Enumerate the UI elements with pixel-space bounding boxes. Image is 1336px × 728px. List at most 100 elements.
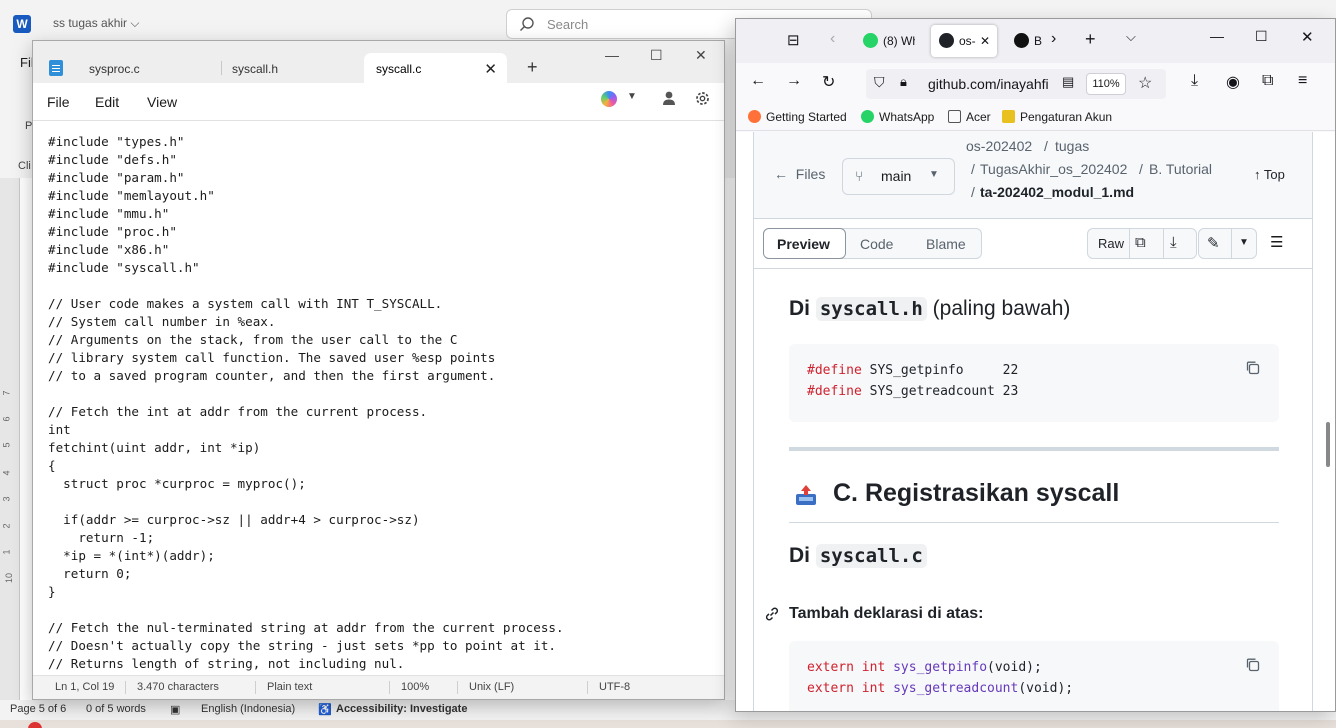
copilot-icon[interactable] (601, 91, 617, 107)
menu-view[interactable]: View (147, 94, 177, 110)
bookmark-whatsapp[interactable]: WhatsApp (861, 110, 934, 124)
tab-whatsapp[interactable]: (8) Wh (855, 25, 917, 57)
breadcrumb-repo[interactable]: os-202402 (966, 138, 1032, 154)
notepad-tab-bar: sysproc.c syscall.h syscall.c ✕ + — ☐ ✕ (33, 41, 724, 83)
heading-di-syscall-c: Di syscall.c (789, 544, 927, 568)
back-icon[interactable]: ← (750, 72, 766, 90)
menu-file[interactable]: File (47, 94, 70, 110)
chevron-down-icon[interactable]: ▼ (627, 91, 637, 102)
account-icon[interactable] (662, 91, 676, 106)
close-tab-icon[interactable]: ✕ (484, 60, 497, 78)
status-divider (389, 681, 390, 694)
reader-view-icon[interactable]: ▤ (1062, 74, 1074, 90)
tab-preview[interactable]: Preview (777, 236, 830, 252)
breadcrumb-folder-tutorial[interactable]: B. Tutorial (1149, 161, 1212, 177)
branch-selector[interactable]: ⑂ main ▼ (842, 158, 955, 195)
maximize-icon[interactable]: ☐ (1255, 28, 1268, 45)
ruler-mark: 10 (4, 572, 15, 584)
tab-syscall-c[interactable]: syscall.c ✕ (364, 53, 507, 83)
word-clipboard-fragment: Cli (18, 160, 31, 172)
tab-overview-icon[interactable]: ⊟ (787, 31, 800, 49)
files-toggle-button[interactable]: ← Files (774, 166, 825, 182)
tab-code[interactable]: Code (860, 236, 893, 252)
tab-github[interactable]: os- ✕ (931, 25, 997, 57)
url-bar[interactable]: ⛉ 🔒︎ github.com/inayahfi ▤ 110% ☆ (866, 69, 1166, 99)
menu-icon[interactable]: ≡ (1298, 72, 1307, 90)
tab-syscall-h[interactable]: syscall.h (220, 53, 363, 83)
status-divider (125, 681, 126, 694)
word-word-count[interactable]: 0 of 5 words (86, 703, 146, 715)
reload-icon[interactable]: ↻ (822, 72, 835, 92)
bookmark-acer[interactable]: Acer (948, 110, 991, 124)
forward-icon[interactable]: → (786, 72, 802, 90)
new-tab-button[interactable]: + (527, 57, 538, 78)
downloads-icon[interactable]: ⤓ (1191, 72, 1198, 90)
code-block-defines[interactable]: #define SYS_getpinfo 22 #define SYS_getr… (789, 344, 1279, 422)
tab-label: sysproc.c (89, 62, 140, 76)
download-icon[interactable]: ⤓ (1170, 234, 1177, 251)
heading-tambah-deklarasi: Tambah deklarasi di atas: (789, 605, 984, 622)
whatsapp-icon (863, 33, 878, 48)
new-tab-icon[interactable]: + (1085, 29, 1096, 50)
back-to-top-button[interactable]: ↑ Top (1254, 167, 1285, 182)
scroll-tabs-left-icon[interactable]: ‹ (830, 30, 835, 48)
tab-sysproc[interactable]: sysproc.c (77, 53, 220, 83)
close-tab-icon[interactable]: ✕ (980, 34, 990, 48)
scrollbar-thumb[interactable] (1326, 422, 1330, 467)
word-page-count[interactable]: Page 5 of 6 (10, 703, 66, 715)
raw-button[interactable]: Raw (1098, 236, 1124, 251)
arrow-up-icon: ↑ (1254, 167, 1261, 182)
button-divider (1163, 229, 1164, 258)
url-text[interactable]: github.com/inayahfi (928, 76, 1066, 92)
tab-other[interactable]: B (1008, 25, 1048, 57)
github-page: ← Files ⑂ main ▼ os-202402 / tugas / Tug… (736, 132, 1335, 711)
text-editor[interactable]: #include "types.h" #include "defs.h" #in… (33, 122, 724, 675)
scroll-tabs-right-icon[interactable]: › (1051, 30, 1056, 48)
minimize-icon[interactable]: — (605, 47, 619, 63)
breadcrumb-separator: / (1139, 161, 1143, 177)
account-icon[interactable]: ◉ (1226, 72, 1240, 92)
edit-button-group: ✎ ▼ (1198, 228, 1257, 259)
breadcrumb-folder-tugas[interactable]: tugas (1055, 138, 1089, 154)
copy-icon[interactable] (1245, 657, 1261, 673)
pencil-icon[interactable]: ✎ (1207, 234, 1220, 252)
tab-label: (8) Wh (883, 34, 915, 48)
outline-list-icon[interactable]: ☰ (1270, 233, 1283, 251)
ruler-mark: 2 (1, 523, 12, 529)
list-tabs-icon[interactable]: ⌵ (1126, 29, 1136, 45)
bookmark-getting-started[interactable]: Getting Started (748, 110, 847, 124)
code-block-extern[interactable]: extern int sys_getpinfo(void); extern in… (789, 641, 1279, 711)
triangle-down-icon[interactable]: ▼ (1239, 237, 1249, 248)
maximize-icon[interactable]: ☐ (650, 47, 663, 64)
extensions-icon[interactable]: ⧉ (1262, 72, 1273, 90)
word-document-title[interactable]: ss tugas akhir ⌵ (53, 16, 139, 31)
copy-icon[interactable]: ⧉ (1135, 234, 1146, 251)
ruler-mark: 1 (1, 549, 12, 555)
notepad-app-icon (49, 60, 63, 76)
bookmark-star-icon[interactable]: ☆ (1138, 73, 1152, 93)
close-icon[interactable]: ✕ (1301, 28, 1314, 46)
search-placeholder: Search (547, 17, 589, 32)
heading-di-syscall-h: Di syscall.h (paling bawah) (789, 297, 1071, 321)
tab-label: syscall.c (376, 62, 422, 76)
link-icon[interactable] (764, 606, 780, 622)
bookmark-pengaturan-akun[interactable]: Pengaturan Akun (1002, 110, 1112, 124)
breadcrumb-folder-tugasakhir[interactable]: TugasAkhir_os_202402 (980, 161, 1127, 177)
zoom-indicator[interactable]: 110% (1086, 73, 1126, 95)
ruler-mark: 3 (1, 496, 12, 502)
proofing-icon[interactable]: ▣ (170, 703, 180, 716)
shield-icon[interactable]: ⛉ (874, 74, 885, 91)
lock-icon[interactable]: 🔒︎ (900, 74, 907, 90)
notepad-status-bar: Ln 1, Col 19 3.470 characters Plain text… (33, 675, 724, 699)
raw-copy-download-group: Raw ⧉ ⤓ (1087, 228, 1197, 259)
whatsapp-icon (861, 110, 874, 123)
gear-icon[interactable] (694, 90, 711, 107)
close-icon[interactable]: ✕ (695, 47, 707, 64)
word-language[interactable]: English (Indonesia) (201, 703, 295, 715)
minimize-icon[interactable]: — (1210, 28, 1224, 44)
word-accessibility-status[interactable]: Accessibility: Investigate (336, 703, 467, 715)
firefox-tab-bar: ⊟ ‹ (8) Wh os- ✕ B › + ⌵ — ☐ ✕ (736, 19, 1335, 63)
menu-edit[interactable]: Edit (95, 94, 119, 110)
copy-icon[interactable] (1245, 360, 1261, 376)
tab-blame[interactable]: Blame (926, 236, 966, 252)
